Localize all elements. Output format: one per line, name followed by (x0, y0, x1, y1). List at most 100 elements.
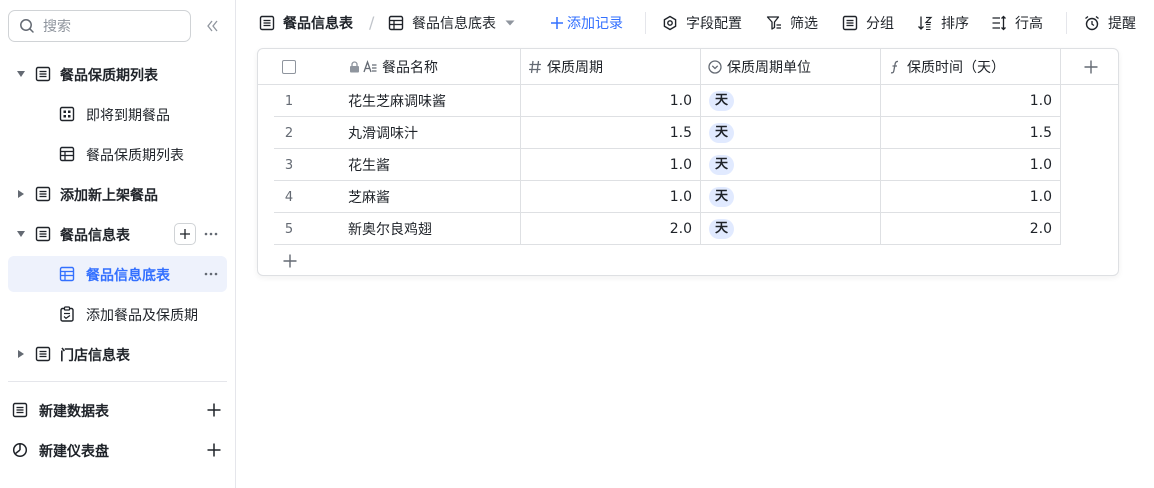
table-row[interactable]: 4 芝麻酱 1.0 天 1.0 (274, 181, 1060, 213)
filter-button[interactable]: 筛选 (766, 0, 818, 46)
plus-icon (550, 16, 564, 30)
single-select-icon (708, 60, 722, 74)
dashboard-icon (12, 442, 28, 458)
unit-tag: 天 (709, 123, 735, 143)
header-period-unit[interactable]: 保质周期单位 (708, 49, 811, 85)
cell-shelf-days[interactable]: 1.0 (880, 85, 1052, 117)
add-record-button[interactable]: 添加记录 (550, 0, 623, 46)
cell-food-name[interactable]: 花生芝麻调味酱 (348, 85, 446, 117)
cell-food-name[interactable]: 芝麻酱 (348, 181, 390, 213)
cell-period-unit[interactable]: 天 (709, 149, 735, 181)
group-button[interactable]: 分组 (842, 0, 894, 46)
table-icon (35, 186, 51, 202)
sidebar-item-add-new-items[interactable]: 添加新上架餐品 (8, 176, 227, 212)
row-height-button[interactable]: 行高 (991, 0, 1043, 46)
table-row[interactable]: 3 花生酱 1.0 天 1.0 (274, 149, 1060, 181)
sort-button[interactable]: 排序 (917, 0, 969, 46)
sidebar-item-label: 餐品保质期列表 (60, 68, 158, 84)
breadcrumb-current-label: 餐品信息底表 (412, 16, 496, 32)
breadcrumb-parent[interactable]: 餐品信息表 (259, 0, 353, 46)
cell-period-unit[interactable]: 天 (709, 213, 735, 245)
cell-food-name[interactable]: 新奥尔良鸡翅 (348, 213, 432, 245)
reminder-button[interactable]: 提醒 (1084, 0, 1136, 46)
caret-right-icon[interactable] (16, 190, 26, 198)
sidebar-item-shelf-life-list-group[interactable]: 餐品保质期列表 (8, 56, 227, 92)
cell-shelf-days[interactable]: 1.0 (880, 181, 1052, 213)
breadcrumb-separator: / (369, 13, 375, 32)
sort-icon (917, 15, 933, 31)
cell-shelf-days[interactable]: 1.5 (880, 117, 1052, 149)
table-row[interactable]: 1 花生芝麻调味酱 1.0 天 1.0 (274, 85, 1060, 117)
cell-period-unit[interactable]: 天 (709, 181, 735, 213)
row-number: 1 (284, 93, 294, 109)
sidebar-item-food-info-base-table[interactable]: 餐品信息底表 (8, 256, 227, 292)
cell-shelf-days[interactable]: 2.0 (880, 213, 1052, 245)
plus-icon[interactable] (206, 442, 222, 458)
gear-icon (662, 15, 678, 31)
view-switcher[interactable]: 餐品信息底表 (388, 0, 515, 46)
data-grid: 餐品名称 保质周期 保质周期单位 保质时间（天） 1 花生芝麻调味酱 1.0 天… (257, 48, 1119, 276)
new-dashboard-label: 新建仪表盘 (39, 444, 109, 460)
header-food-name[interactable]: 餐品名称 (349, 49, 438, 85)
table-row[interactable]: 5 新奥尔良鸡翅 2.0 天 2.0 (274, 213, 1060, 245)
divider (645, 12, 646, 34)
cell-period-unit[interactable]: 天 (709, 85, 735, 117)
sidebar-item-shelf-life-list-view[interactable]: 餐品保质期列表 (8, 136, 227, 172)
alarm-clock-icon (1084, 15, 1100, 31)
breadcrumb-parent-label: 餐品信息表 (283, 16, 353, 32)
header-shelf-period[interactable]: 保质周期 (528, 49, 603, 85)
table-icon (259, 15, 275, 31)
row-height-label: 行高 (1015, 16, 1043, 32)
cell-shelf-period[interactable]: 2.0 (520, 213, 692, 245)
sidebar-item-food-info-table[interactable]: 餐品信息表 (8, 216, 227, 252)
cell-shelf-period[interactable]: 1.0 (520, 149, 692, 181)
add-row-icon[interactable] (282, 253, 298, 269)
grid-view-icon (388, 15, 404, 31)
search-placeholder: 搜索 (43, 19, 71, 35)
lock-icon (349, 61, 360, 73)
divider (8, 381, 227, 382)
row-height-icon (991, 15, 1007, 31)
new-table-button[interactable]: 新建数据表 (8, 392, 227, 428)
cell-food-name[interactable]: 丸滑调味汁 (348, 117, 418, 149)
header-label: 餐品名称 (382, 60, 438, 76)
grid-view-icon (59, 266, 75, 282)
header-shelf-days[interactable]: 保质时间（天） (888, 49, 1005, 85)
sidebar-item-expiring-soon[interactable]: 即将到期餐品 (8, 96, 227, 132)
cell-food-name[interactable]: 花生酱 (348, 149, 390, 181)
sidebar-item-label: 添加餐品及保质期 (86, 308, 198, 324)
cell-shelf-period[interactable]: 1.0 (520, 181, 692, 213)
caret-down-icon[interactable] (16, 70, 26, 78)
cell-shelf-period[interactable]: 1.5 (520, 117, 692, 149)
more-options-icon[interactable] (201, 264, 221, 284)
caret-down-icon[interactable] (16, 230, 26, 238)
plus-icon (179, 228, 191, 240)
plus-icon[interactable] (206, 402, 222, 418)
field-config-button[interactable]: 字段配置 (662, 0, 742, 46)
table-icon (35, 66, 51, 82)
add-column-icon[interactable] (1083, 59, 1099, 75)
more-options-icon[interactable] (201, 224, 221, 244)
group-label: 分组 (866, 16, 894, 32)
cell-shelf-days[interactable]: 1.0 (880, 149, 1052, 181)
group-icon (842, 15, 858, 31)
header-label: 保质时间（天） (907, 60, 1005, 76)
sidebar-item-store-info-table[interactable]: 门店信息表 (8, 336, 227, 372)
table-row[interactable]: 2 丸滑调味汁 1.5 天 1.5 (274, 117, 1060, 149)
search-input[interactable]: 搜索 (8, 10, 191, 42)
search-icon (19, 18, 35, 34)
cell-shelf-period[interactable]: 1.0 (520, 85, 692, 117)
filter-label: 筛选 (790, 16, 818, 32)
new-dashboard-button[interactable]: 新建仪表盘 (8, 432, 227, 468)
cell-period-unit[interactable]: 天 (709, 117, 735, 149)
text-field-icon (363, 60, 377, 74)
select-all-checkbox[interactable] (282, 60, 296, 74)
gallery-view-icon (59, 106, 75, 122)
new-table-label: 新建数据表 (39, 404, 109, 420)
collapse-sidebar-icon[interactable] (203, 17, 221, 35)
sidebar-item-add-food-form[interactable]: 添加餐品及保质期 (8, 296, 227, 332)
add-view-button[interactable] (174, 223, 196, 245)
caret-right-icon[interactable] (16, 350, 26, 358)
sidebar: 搜索 餐品保质期列表 即将到期餐品 餐品保质期列表 添加新上架餐品 餐品信息表 … (0, 0, 236, 488)
formula-field-icon (888, 60, 902, 74)
